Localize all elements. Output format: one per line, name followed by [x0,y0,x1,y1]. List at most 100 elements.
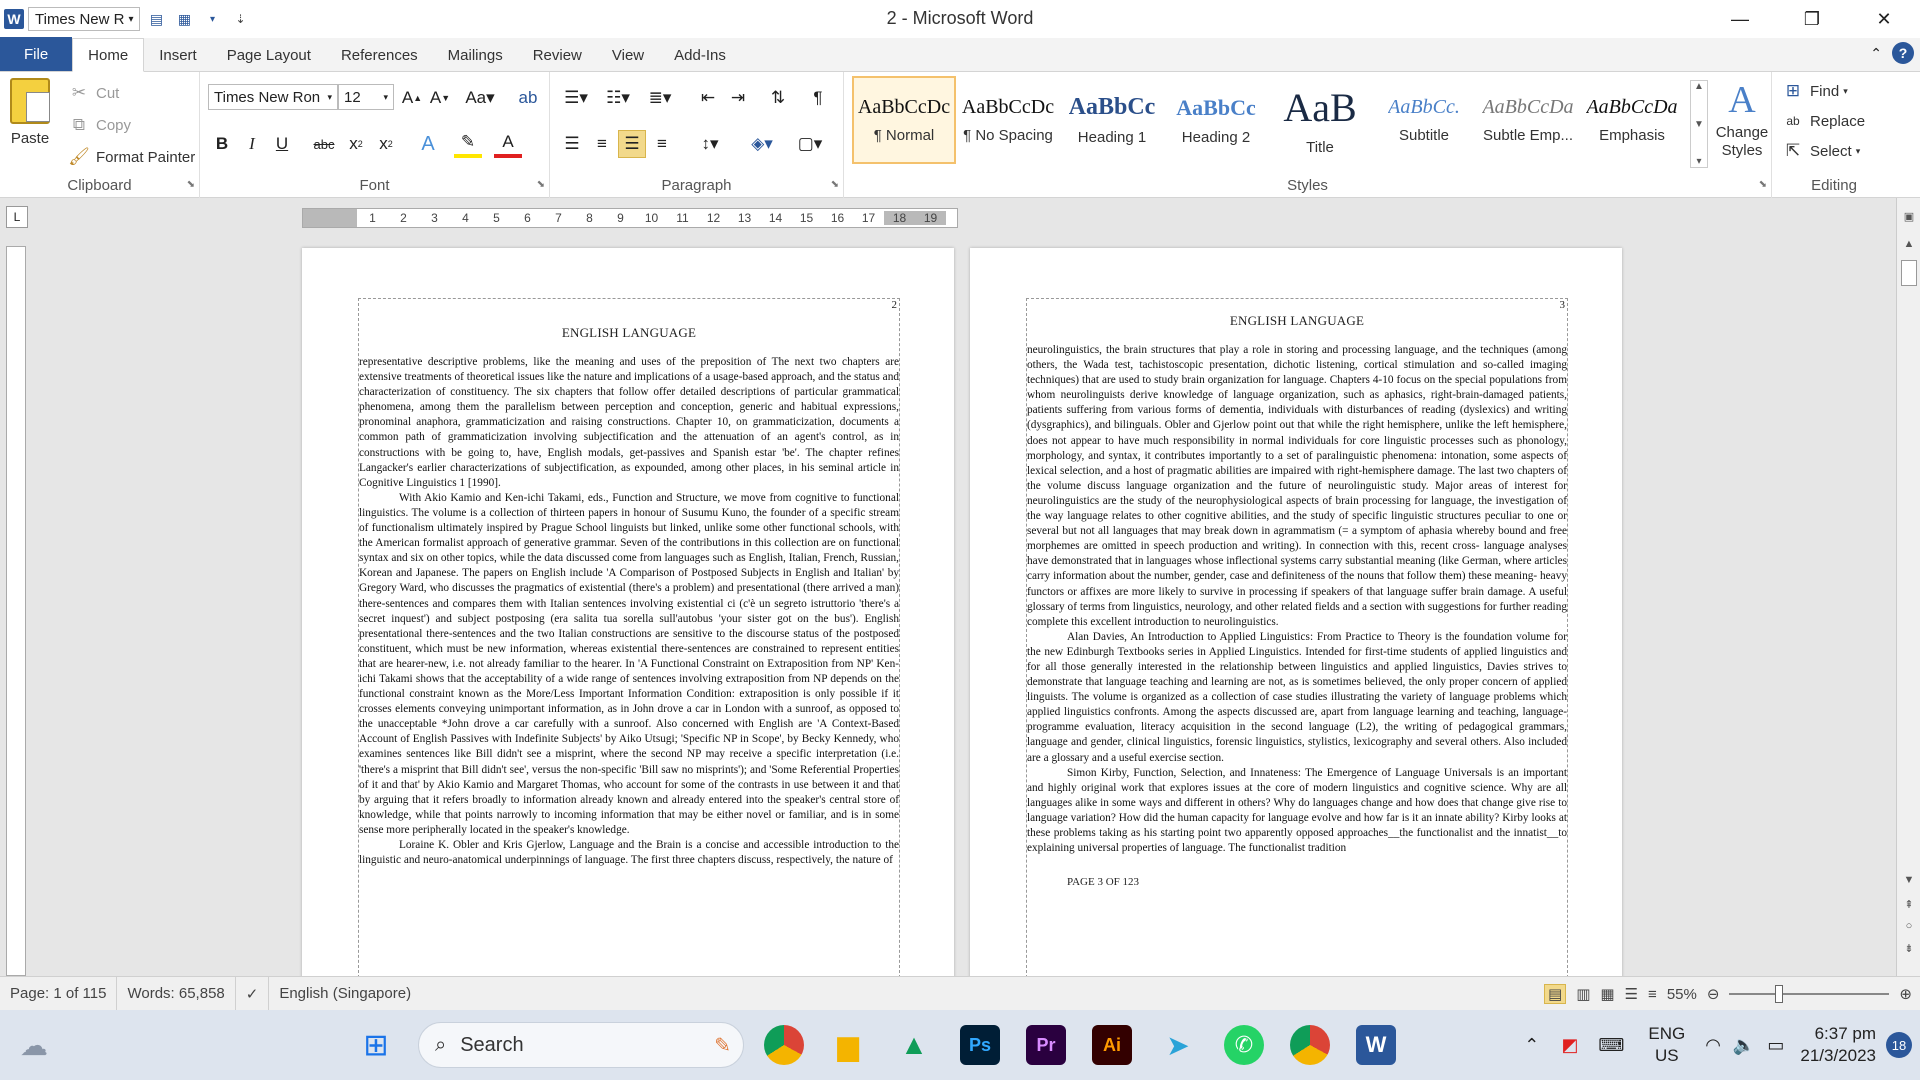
telegram-icon[interactable]: ➤ [1158,1025,1198,1065]
body-text[interactable]: representative descriptive problems, lik… [359,355,899,868]
draft-view-icon[interactable]: ≡ [1648,986,1657,1003]
page-count[interactable]: Page: 1 of 115 [0,976,118,1011]
page-2[interactable]: 2 ENGLISH LANGUAGE representative descri… [302,248,954,976]
battery-icon[interactable]: ▭ [1761,1035,1790,1056]
subscript-icon[interactable]: x2 [342,130,370,158]
photoshop-icon[interactable]: Ps [960,1025,1000,1065]
help-icon[interactable]: ? [1892,42,1914,64]
cut-button[interactable]: ✂ Cut [66,80,119,106]
style-heading-2[interactable]: AaBbCc Heading 2 [1164,76,1268,164]
shrink-font-icon[interactable]: A ▼ [426,84,454,112]
font-name-box[interactable]: Times New Ron ▾ [208,84,338,110]
change-styles-button[interactable]: A Change Styles [1712,78,1772,160]
body-text[interactable]: neurolinguistics, the brain structures t… [1027,343,1567,856]
acrobat-icon[interactable]: ◩ [1551,1035,1588,1056]
ruler-toggle-icon[interactable]: ▣ [1899,210,1919,223]
next-page-icon[interactable]: ⇟ [1899,942,1919,955]
word-logo-icon[interactable]: W [4,9,24,29]
outline-view-icon[interactable]: ☰ [1625,985,1638,1003]
paragraph[interactable]: With Akio Kamio and Ken-ichi Takami, eds… [359,491,899,838]
style-title[interactable]: AaB Title [1268,76,1372,164]
align-right-icon[interactable]: ≡ [648,130,676,158]
zoom-in-icon[interactable]: ⊕ [1899,985,1912,1003]
bold-icon[interactable]: B [208,130,236,158]
weather-icon[interactable]: ☁ [14,1025,54,1065]
line-spacing-icon[interactable]: ↕▾ [692,130,728,158]
tab-add-ins[interactable]: Add-Ins [659,39,741,71]
chevron-down-icon[interactable]: ▾ [200,8,224,30]
tab-file[interactable]: File [0,37,73,71]
google-drive-icon[interactable]: ▲ [894,1025,934,1065]
word-taskbar-icon[interactable]: W [1356,1025,1396,1065]
borders-icon[interactable]: ▢▾ [792,130,828,158]
minimize-ribbon-icon[interactable]: ⌃ [1870,45,1882,62]
superscript-icon[interactable]: x2 [372,130,400,158]
wifi-icon[interactable]: ◠ [1699,1035,1727,1056]
print-layout-icon[interactable]: ▤ [144,8,168,30]
file-explorer-icon[interactable]: ▆ [828,1025,868,1065]
scroll-down-icon[interactable]: ▼ [1899,874,1919,886]
browse-object-icon[interactable]: ○ [1899,920,1919,932]
style-emphasis[interactable]: AaBbCcDa Emphasis [1580,76,1684,164]
web-layout-view-icon[interactable]: ▦ [1600,985,1614,1003]
sort-icon[interactable]: ⇅ [764,84,792,112]
strikethrough-icon[interactable]: abc [310,130,338,158]
more-styles-icon[interactable]: ▾ [1696,156,1701,167]
style-gallery-scroll[interactable]: ▲ ▼ ▾ [1690,80,1708,168]
grow-font-icon[interactable]: A ▲ [398,84,426,112]
minimize-button[interactable]: — [1704,0,1776,38]
close-button[interactable]: ✕ [1848,0,1920,38]
dialog-launcher-icon[interactable]: ⬊ [831,179,839,190]
dialog-launcher-icon[interactable]: ⬊ [187,179,195,190]
zoom-slider-knob[interactable] [1775,985,1784,1003]
full-screen-view-icon[interactable]: ▥ [1576,985,1590,1003]
style-heading-1[interactable]: AaBbCc Heading 1 [1060,76,1164,164]
style-subtitle[interactable]: AaBbCc. Subtitle [1372,76,1476,164]
chevron-up-icon[interactable]: ▲ [1694,81,1704,92]
tab-mailings[interactable]: Mailings [433,39,518,71]
zoom-slider[interactable] [1729,985,1890,1003]
horizontal-ruler[interactable]: 1 2 3 4 5 6 7 8 9 10 11 12 13 14 15 16 17 18 19 [302,208,958,228]
style-no-spacing[interactable]: AaBbCcDc ¶ No Spacing [956,76,1060,164]
clear-formatting-icon[interactable]: ab [514,84,542,112]
text-area[interactable]: 3 ENGLISH LANGUAGE neurolinguistics, the… [1026,298,1568,976]
page-3[interactable]: 3 ENGLISH LANGUAGE neurolinguistics, the… [970,248,1622,976]
show-formatting-icon[interactable]: ¶ [804,84,832,112]
increase-indent-icon[interactable]: ⇥ [724,84,752,112]
find-button[interactable]: ⊞ Find ▾ [1780,78,1848,104]
start-icon[interactable]: ⊞ [356,1025,396,1065]
table-icon[interactable]: ▦ [172,8,196,30]
zoom-out-icon[interactable]: ⊖ [1707,985,1720,1003]
illustrator-icon[interactable]: Ai [1092,1025,1132,1065]
shading-icon[interactable]: ◈▾ [744,130,780,158]
paragraph[interactable]: Alan Davies, An Introduction to Applied … [1027,630,1567,766]
tab-page-layout[interactable]: Page Layout [212,39,326,71]
tab-insert[interactable]: Insert [144,39,212,71]
highlight-icon[interactable]: ✎ [454,130,482,158]
chevron-up-icon[interactable]: ⌃ [1512,1035,1551,1056]
word-count[interactable]: Words: 65,858 [117,976,236,1011]
underline-icon[interactable]: U [268,130,296,158]
paragraph[interactable]: Simon Kirby, Function, Selection, and In… [1027,766,1567,857]
format-painter-button[interactable]: 🖌 Format Painter [66,144,195,170]
font-size-box[interactable]: 12 ▾ [338,84,394,110]
vertical-scrollbar[interactable]: ▣ ▲ ▼ ⇞ ○ ⇟ [1896,198,1920,976]
scroll-thumb[interactable] [1901,260,1917,286]
change-case-icon[interactable]: Aa▾ [462,84,498,112]
bullets-icon[interactable]: ☰▾ [558,84,594,112]
tab-selector[interactable]: L [6,206,28,228]
justify-icon[interactable]: ☰ [618,130,646,158]
tab-references[interactable]: References [326,39,433,71]
text-area[interactable]: 2 ENGLISH LANGUAGE representative descri… [358,298,900,976]
paste-button[interactable]: Paste [10,78,50,147]
scroll-up-icon[interactable]: ▲ [1899,238,1919,250]
chrome-2-icon[interactable] [1290,1025,1330,1065]
decrease-indent-icon[interactable]: ⇤ [694,84,722,112]
dialog-launcher-icon[interactable]: ⬊ [1759,179,1767,190]
tab-view[interactable]: View [597,39,659,71]
paragraph[interactable]: representative descriptive problems, lik… [359,355,899,491]
style-subtle-emphasis[interactable]: AaBbCcDa Subtle Emp... [1476,76,1580,164]
language-status[interactable]: English (Singapore) [269,977,421,1011]
print-layout-view-icon[interactable]: ▤ [1544,984,1567,1004]
document-area[interactable]: 2 ENGLISH LANGUAGE representative descri… [0,236,1896,976]
